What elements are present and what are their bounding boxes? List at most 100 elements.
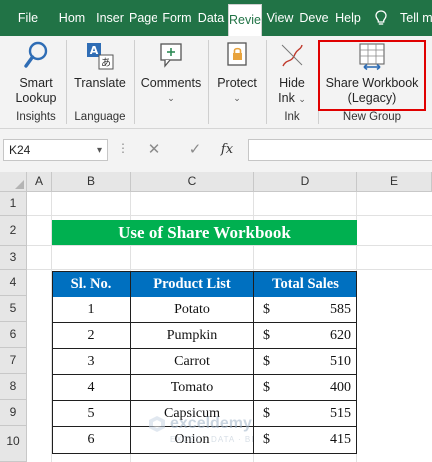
sales-value: 415: [330, 432, 351, 447]
check-icon[interactable]: ✓: [184, 139, 206, 161]
row-header-8[interactable]: 8: [0, 374, 27, 400]
row-header-2[interactable]: 2: [0, 216, 27, 246]
tab-review[interactable]: Revie: [228, 4, 262, 36]
cell-sales[interactable]: $400: [254, 375, 357, 401]
group-label-new-group: New Group: [342, 111, 402, 123]
sales-value: 585: [330, 302, 351, 317]
group-separator: [134, 40, 135, 124]
hide-ink-button[interactable]: Hide Ink ⌄: [270, 40, 314, 107]
column-header-a[interactable]: A: [27, 172, 52, 192]
cell-sl[interactable]: 6: [52, 427, 131, 453]
chevron-down-icon[interactable]: ▾: [97, 141, 102, 161]
column-header-c[interactable]: C: [131, 172, 254, 192]
tab-page-layout[interactable]: Page: [129, 0, 157, 36]
sheet-title[interactable]: Use of Share Workbook: [52, 220, 357, 245]
cell-product[interactable]: Carrot: [131, 349, 254, 375]
cell-sales[interactable]: $415: [254, 427, 357, 453]
row-header-1[interactable]: 1: [0, 192, 27, 216]
cell-sales[interactable]: $515: [254, 401, 357, 427]
protect-label: Protect: [217, 76, 257, 90]
translate-label: Translate: [74, 76, 126, 90]
row-header-7[interactable]: 7: [0, 348, 27, 374]
currency-symbol: $: [263, 302, 270, 317]
smart-lookup-button[interactable]: Smart Lookup: [10, 40, 62, 106]
search-icon: [24, 41, 48, 68]
cell-sl[interactable]: 1: [52, 297, 131, 323]
highlight-box: [318, 40, 426, 111]
currency-symbol: $: [263, 380, 270, 395]
smart-lookup-label-line1: Smart: [19, 76, 53, 90]
currency-symbol: $: [263, 328, 270, 343]
row-header-9[interactable]: 9: [0, 400, 27, 426]
group-label-ink: Ink: [284, 111, 300, 123]
gridline: [27, 215, 432, 216]
tab-developer[interactable]: Deve: [299, 0, 329, 36]
watermark-name: exceldemy: [170, 415, 252, 432]
header-product-list[interactable]: Product List: [131, 271, 254, 297]
cell-sales[interactable]: $620: [254, 323, 357, 349]
smart-lookup-label-line2: Lookup: [15, 91, 57, 105]
sales-value: 620: [330, 328, 351, 343]
gridline: [27, 245, 432, 246]
formula-bar: K24 ▾ ⋮ ✕ ✓ fx: [0, 129, 432, 172]
lightbulb-icon[interactable]: [372, 9, 390, 27]
protect-button[interactable]: Protect ⌄: [212, 40, 262, 106]
tab-home[interactable]: Hom: [58, 0, 86, 36]
insert-function-icon[interactable]: fx: [216, 139, 238, 161]
currency-symbol: $: [263, 432, 270, 447]
sales-value: 400: [330, 380, 351, 395]
pen-icon: [281, 44, 303, 67]
cell-sl[interactable]: 3: [52, 349, 131, 375]
cell-product[interactable]: Pumpkin: [131, 323, 254, 349]
cell-product[interactable]: Tomato: [131, 375, 254, 401]
name-box[interactable]: K24 ▾: [3, 139, 108, 161]
protect-icon: [227, 42, 247, 66]
tab-file[interactable]: File: [10, 0, 46, 36]
cell-product[interactable]: Potato: [131, 297, 254, 323]
comments-button[interactable]: Comments ⌄: [138, 40, 204, 106]
cancel-icon[interactable]: ✕: [143, 139, 165, 161]
currency-symbol: $: [263, 354, 270, 369]
sales-value: 510: [330, 354, 351, 369]
tab-formulas[interactable]: Form: [162, 0, 192, 36]
row-header-10[interactable]: 10: [0, 426, 27, 462]
row-header-5[interactable]: 5: [0, 296, 27, 322]
comments-label: Comments: [140, 76, 202, 90]
svg-text:あ: あ: [101, 57, 111, 69]
chevron-down-icon: ⌄: [298, 94, 306, 104]
group-label-language: Language: [74, 111, 126, 123]
cell-sl[interactable]: 2: [52, 323, 131, 349]
ribbon-tab-bar: File Hom Inser Page Form Data Revie View…: [0, 0, 432, 36]
column-header-b[interactable]: B: [52, 172, 131, 192]
formula-input[interactable]: [248, 139, 432, 161]
select-all-corner[interactable]: [0, 172, 27, 192]
sales-value: 515: [330, 406, 351, 421]
column-header-e[interactable]: E: [357, 172, 432, 192]
group-separator: [66, 40, 67, 124]
row-header-3[interactable]: 3: [0, 246, 27, 270]
row-header-4[interactable]: 4: [0, 270, 27, 296]
translate-button[interactable]: A あ Translate: [70, 40, 130, 91]
row-header-6[interactable]: 6: [0, 322, 27, 348]
tab-tell-me[interactable]: Tell m: [400, 0, 432, 36]
watermark-subtitle: EXCEL · DATA · BI: [170, 435, 255, 444]
cell-sl[interactable]: 4: [52, 375, 131, 401]
hide-ink-label-line2: Ink: [278, 91, 295, 105]
cell-sales[interactable]: $510: [254, 349, 357, 375]
name-box-value: K24: [9, 143, 31, 157]
column-header-d[interactable]: D: [254, 172, 357, 192]
cell-sl[interactable]: 5: [52, 401, 131, 427]
header-sl-no[interactable]: Sl. No.: [52, 271, 131, 297]
tab-help[interactable]: Help: [333, 0, 363, 36]
worksheet-grid[interactable]: A B C D E 1 2 3 4 5 6 7 8 9 10 Use of Sh…: [0, 172, 432, 462]
tab-data[interactable]: Data: [197, 0, 225, 36]
ribbon: Smart Lookup Insights A あ Translate Lang…: [0, 36, 432, 129]
hide-ink-label-line1: Hide: [279, 76, 305, 90]
tab-insert[interactable]: Inser: [95, 0, 125, 36]
exceldemy-logo-icon: [149, 416, 165, 432]
svg-text:A: A: [90, 44, 99, 57]
chevron-down-icon: ⌄: [167, 93, 175, 103]
tab-view[interactable]: View: [265, 0, 295, 36]
cell-sales[interactable]: $585: [254, 297, 357, 323]
header-total-sales[interactable]: Total Sales: [254, 271, 357, 297]
